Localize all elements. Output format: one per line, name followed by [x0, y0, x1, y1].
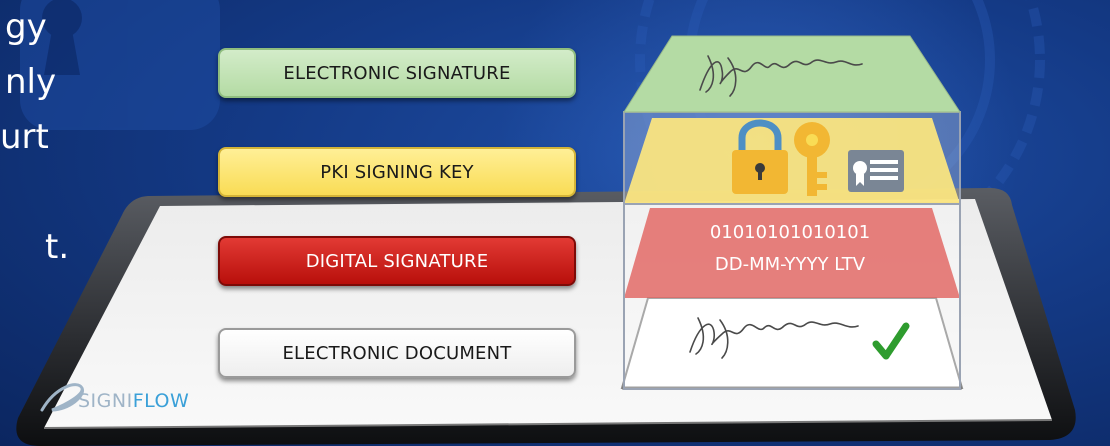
pki-layer	[623, 111, 961, 205]
digital-signature-binary: 01010101010101	[709, 222, 871, 243]
electronic-signature-layer	[623, 35, 961, 113]
digital-signature-date-ltv: DD-MM-YYYY LTV	[714, 254, 866, 275]
logo-part-flow: FLOW	[132, 390, 190, 412]
signiflow-logo: SIGNIFLOW	[78, 390, 189, 412]
certificate-icon	[848, 150, 904, 192]
logo-part-signi: SIGNI	[78, 390, 133, 412]
